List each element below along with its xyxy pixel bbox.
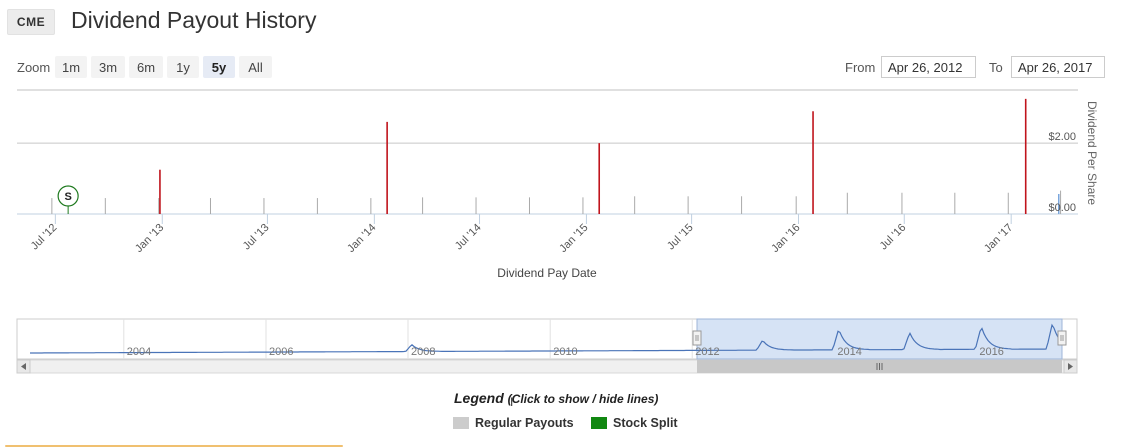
navigator-year-label: 2008 [411,346,435,358]
legend-label: Stock Split [613,416,678,430]
navigator-right-handle[interactable] [1057,330,1067,346]
navigator-year-label: 2010 [553,346,577,358]
navigator-year-label: 2006 [269,346,293,358]
legend-item-stock-split[interactable]: Stock Split [591,416,678,430]
legend-title-text: Legend [454,390,504,406]
legend-label: Regular Payouts [475,416,574,430]
navigator-left-handle[interactable] [692,330,702,346]
legend-hint: (Click to show / hide lines) [507,392,659,406]
navigator-year-label: 2016 [979,346,1003,358]
legend-swatch [453,417,469,429]
legend-swatch [591,417,607,429]
navigator-year-label: 2012 [695,346,719,358]
navigator-year-label: 2014 [837,346,861,358]
text-cursor-icon: I [510,395,514,409]
legend-title: Legend (Click to show / hide lines) [454,390,658,406]
legend-item-regular-payouts[interactable]: Regular Payouts [453,416,574,430]
navigator-year-label: 2004 [127,346,151,358]
navigator[interactable]: 2004 2006 2008 2010 2012 2014 2016 [0,0,1127,385]
navigator-selection[interactable] [696,318,1063,360]
